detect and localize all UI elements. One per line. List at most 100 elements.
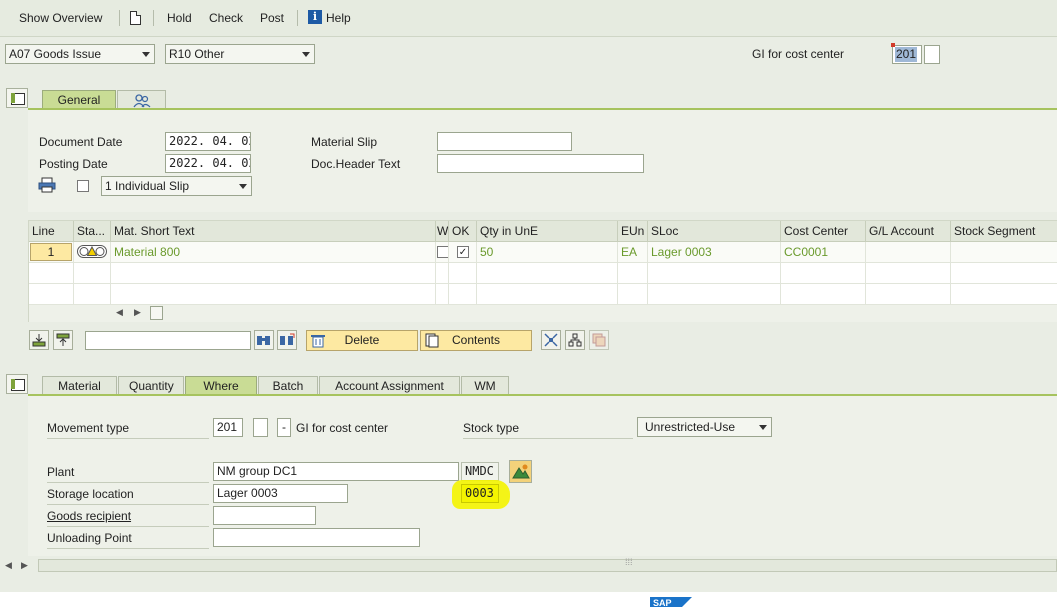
column-header-w[interactable]: W [436,221,449,242]
column-header-line[interactable]: Line [29,221,74,242]
reference-value: R10 Other [169,47,225,61]
expand-icon[interactable] [541,330,561,350]
tab-quantity[interactable]: Quantity [118,376,184,396]
tab-partners[interactable] [117,90,166,110]
toggle-detail-icon[interactable] [6,374,28,394]
row-sloc[interactable]: Lager 0003 [648,242,781,263]
where-tab-panel [28,394,1057,556]
movement-code-field[interactable]: 201 [891,43,922,64]
empty-cell [866,263,951,284]
tab-account-assignment[interactable]: Account Assignment [319,376,460,396]
grid-horizontal-scrollbar[interactable]: ◀ ▶ [29,305,1057,322]
column-header-eun[interactable]: EUn [618,221,648,242]
column-header-ok[interactable]: OK [449,221,477,242]
contents-button[interactable]: Contents [420,330,532,351]
movement-type-extra-field[interactable] [253,418,268,437]
post-button[interactable]: Post [260,0,284,36]
material-slip-field[interactable] [437,132,572,151]
printer-icon[interactable] [38,177,56,193]
check-button[interactable]: Check [209,0,243,36]
empty-cell [951,263,1057,284]
movement-extra-field[interactable] [924,45,940,64]
row-ok-checkbox[interactable]: ✓ [457,246,469,258]
plant-name-field[interactable]: NM group DC1 [213,462,459,481]
contents-button-label: Contents [451,333,501,347]
scroll-thumb[interactable]: ⁞⁞⁞ [38,557,1057,572]
row-mat-short-text[interactable]: Material 800 [111,242,436,263]
application-toolbar: Show Overview Hold Check Post i Help [0,0,1057,37]
tab-material[interactable]: Material [42,376,117,396]
field-underline [47,482,209,483]
row-w-checkbox[interactable] [437,246,448,258]
contents-icon [425,333,439,348]
movement-type-field[interactable]: 201 [213,418,243,437]
scroll-right-icon[interactable]: ▶ [21,560,28,571]
help-button[interactable]: Help [326,0,351,36]
page-horizontal-scrollbar[interactable]: ◀ ▶ ⁞⁞⁞ [0,557,1057,574]
deselect-all-icon[interactable] [53,330,73,350]
document-date-label: Document Date [39,135,123,149]
tab-wm[interactable]: WM [461,376,509,396]
tab-where[interactable]: Where [185,376,257,396]
plant-details-icon[interactable] [509,460,532,483]
stock-type-dropdown[interactable]: Unrestricted-Use [637,417,772,437]
posting-date-field[interactable]: 2022. 04. 02 [165,154,251,173]
empty-cell [436,263,449,284]
doc-header-text-field[interactable] [437,154,644,173]
tab-general[interactable]: General [42,90,116,110]
document-date-field[interactable]: 2022. 04. 02 [165,132,251,151]
reference-dropdown[interactable]: R10 Other [165,44,315,64]
row-gl-account[interactable] [866,242,951,263]
column-header-stock-segment[interactable]: Stock Segment [951,221,1057,242]
tab-general-label: General [57,93,101,107]
material-slip-label: Material Slip [311,135,378,149]
movement-sign-field: - [277,418,291,437]
column-header-gl-account[interactable]: G/L Account [866,221,951,242]
row-cost-center[interactable]: CC0001 [781,242,866,263]
goods-recipient-label[interactable]: Goods recipient [47,506,131,526]
chevron-down-icon [142,52,150,57]
plant-code-field: NMDC [461,462,499,481]
row-qty[interactable]: 50 [477,242,618,263]
unloading-point-label: Unloading Point [47,531,132,545]
row-eun[interactable]: EA [618,242,648,263]
tab-batch[interactable]: Batch [258,376,318,396]
stock-type-label: Stock type [463,421,520,435]
empty-cell [866,284,951,305]
scroll-right-icon[interactable]: ▶ [134,307,141,318]
find-icon[interactable] [254,330,274,350]
toggle-header-icon[interactable] [6,88,28,108]
field-underline [47,438,209,439]
required-marker-icon [891,43,895,47]
storage-location-name-field[interactable]: Lager 0003 [213,484,348,503]
select-all-icon[interactable] [29,330,49,350]
movement-type-label: Movement type [47,421,130,435]
copy-icon[interactable] [589,330,609,350]
row-stock-segment[interactable] [951,242,1057,263]
column-header-sloc[interactable]: SLoc [648,221,781,242]
scroll-left-icon[interactable]: ◀ [116,307,123,318]
help-icon[interactable]: i [308,10,322,24]
hierarchy-icon[interactable] [565,330,585,350]
empty-cell [449,263,477,284]
grid-search-field[interactable] [85,331,251,350]
row-line-button[interactable]: 1 [30,243,72,261]
column-header-qty[interactable]: Qty in UnE [477,221,618,242]
transaction-dropdown[interactable]: A07 Goods Issue [5,44,155,64]
hold-button[interactable]: Hold [167,0,192,36]
document-icon[interactable] [130,11,141,25]
print-checkbox[interactable] [77,180,89,192]
delete-button[interactable]: Delete [306,330,418,351]
scroll-left-icon[interactable]: ◀ [5,560,12,571]
slip-option-dropdown[interactable]: 1 Individual Slip [101,176,252,196]
row-ok-cell: ✓ [449,242,477,263]
row-status-cell[interactable] [74,242,111,263]
scroll-thumb[interactable] [150,306,163,320]
column-header-cost-center[interactable]: Cost Center [781,221,866,242]
column-header-status[interactable]: Sta... [74,221,111,242]
column-header-mat-short-text[interactable]: Mat. Short Text [111,221,436,242]
find-next-icon[interactable] [277,330,297,350]
unloading-point-field[interactable] [213,528,420,547]
show-overview-button[interactable]: Show Overview [19,0,102,36]
goods-recipient-field[interactable] [213,506,316,525]
